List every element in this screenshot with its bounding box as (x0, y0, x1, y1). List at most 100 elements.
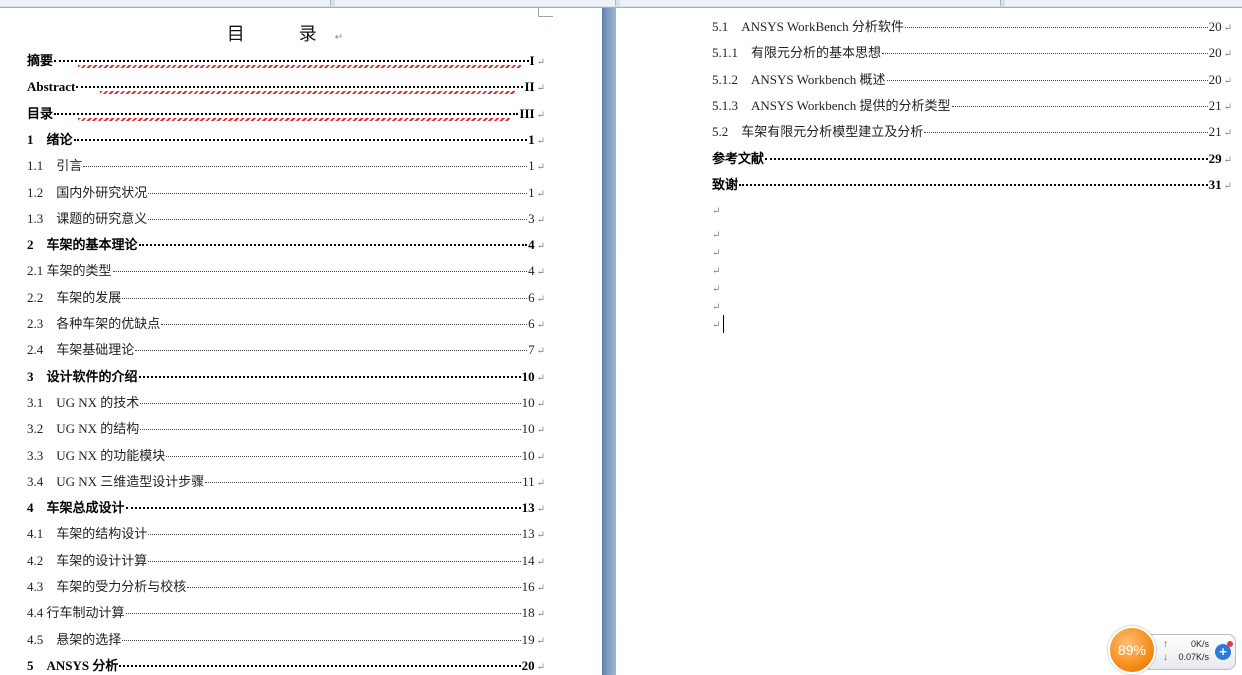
toc-entry[interactable]: 2.2 车架的发展 6 ↵ (27, 288, 545, 308)
toc-dot-leader (54, 60, 529, 68)
toc-dot-leader (739, 183, 1208, 186)
paragraph-mark-icon: ↵ (536, 530, 545, 542)
network-monitor-widget[interactable]: ↑ 0K/s ↓ 0.07K/s + 89% (1108, 626, 1236, 674)
toc-dot-leader (125, 613, 521, 615)
paragraph-mark-icon: ↵ (536, 214, 545, 226)
toc-dot-leader (138, 244, 528, 247)
toc-entry-title: 2.2 车架的发展 (27, 289, 122, 305)
toc-entry[interactable]: 5.1 ANSYS WorkBench 分析软件 20 ↵ (712, 17, 1232, 37)
toc-entry-title: 5.2 车架有限元分析模型建立及分析 (712, 124, 924, 140)
text-cursor (723, 315, 724, 333)
toc-entry-page: 14 (521, 552, 535, 568)
toc-entry-page: 20 (1208, 19, 1222, 34)
upload-arrow-icon: ↑ (1163, 639, 1168, 650)
ruler-segment (0, 0, 331, 6)
toc-entry-title: 3 设计软件的介绍 (27, 368, 138, 384)
toc-entry-page: I (529, 53, 535, 68)
toc-entry[interactable]: 5.2 车架有限元分析模型建立及分析 21 ↵ (712, 122, 1232, 142)
toc-entry-title: 3.2 UG NX 的结构 (27, 421, 140, 437)
toc-entry-title: 4.3 车架的受力分析与校核 (27, 579, 187, 594)
toc-entry-page: 11 (522, 473, 535, 489)
toc-entry[interactable]: 致谢 31 ↵ (712, 175, 1232, 195)
paragraph-mark-icon: ↵ (536, 661, 545, 673)
toc-entry[interactable]: 2 车架的基本理论 4 ↵ (27, 235, 545, 255)
paragraph-mark-icon: ↵ (1223, 128, 1232, 140)
toc-entry-title: 2.1 车架的类型 (27, 263, 112, 279)
paragraph-mark-icon: ↵ (712, 284, 721, 295)
toc-entry-page: 21 (1208, 97, 1222, 113)
paragraph-mark-icon: ↵ (536, 83, 545, 95)
toc-entry[interactable]: 4.1 车架的结构设计 13 ↵ (27, 524, 545, 544)
paragraph-mark-icon: ↵ (712, 248, 721, 259)
toc-entry[interactable]: 4.2 车架的设计计算 14 ↵ (27, 551, 545, 571)
paragraph-mark-icon: ↵ (536, 556, 545, 568)
toc-dot-leader (122, 297, 528, 299)
toc-entry-title: 4.5 悬架的选择 (27, 631, 122, 647)
paragraph-mark-icon: ↵ (536, 425, 545, 437)
memory-usage-ball[interactable]: 89% (1108, 626, 1156, 674)
toc-entry-page: 1 (528, 131, 535, 147)
toc-entry-title: 5.1.3 ANSYS Workbench 提供的分析类型 (712, 97, 951, 113)
toc-entry[interactable]: 1.1 引言 1 ↵ (27, 156, 545, 176)
toc-entry[interactable]: 摘要 I ↵ (27, 51, 545, 71)
toc-dot-leader (73, 138, 528, 141)
toc-entry[interactable]: 3.4 UG NX 三维造型设计步骤 11 ↵ (27, 472, 545, 492)
toc-entry-page: 13 (521, 500, 535, 516)
paragraph-mark-icon: ↵ (1223, 75, 1232, 87)
toc-entry-title: 1 绪论 (27, 131, 73, 147)
toc-entry-page: 6 (528, 316, 535, 331)
toc-dot-leader (148, 218, 528, 220)
page-corner-mark (538, 8, 553, 17)
toc-entry-title: 5.1 ANSYS WorkBench 分析软件 (712, 19, 904, 34)
toc-entry-title: 1.1 引言 (27, 158, 83, 174)
ruler-segment (620, 0, 1001, 6)
toc-entry[interactable]: 5 ANSYS 分析 20 ↵ (27, 656, 545, 675)
toc-entry[interactable]: 3.3 UG NX 的功能模块 10 ↵ (27, 446, 545, 466)
paragraph-mark-icon: ↵ (536, 267, 545, 279)
toc-entry[interactable]: 1.2 国内外研究状况 1 ↵ (27, 183, 545, 203)
toc-entry[interactable]: 4.4 行车制动计算 18 ↵ (27, 603, 545, 623)
toc-entry-page: 19 (521, 631, 535, 647)
paragraph-mark-icon: ↵ (536, 135, 545, 147)
toc-entry-page: 20 (1208, 45, 1222, 61)
toc-entry[interactable]: 3.1 UG NX 的技术 10 ↵ (27, 393, 545, 413)
toc-entry-title: 4.4 行车制动计算 (27, 605, 125, 621)
document-page-right[interactable]: 5.1 ANSYS WorkBench 分析软件 20 ↵ 5.1.1 有限元分析的基… (616, 8, 1242, 675)
toc-entry[interactable]: 2.3 各种车架的优缺点 6 ↵ (27, 314, 545, 334)
toc-entry[interactable]: 4 车架总成设计 13 ↵ (27, 498, 545, 518)
toc-entry[interactable]: 参考文献 29 ↵ (712, 149, 1232, 169)
toc-entry-page: 20 (1208, 71, 1222, 87)
toc-entry[interactable]: 2.4 车架基础理论 7 ↵ (27, 340, 545, 360)
toc-entry-title: 4.1 车架的结构设计 (27, 526, 148, 542)
toc-entry[interactable]: 5.1.2 ANSYS Workbench 概述 20 ↵ (712, 70, 1232, 90)
toc-entry-page: 31 (1208, 176, 1222, 192)
toc-entry-page: 18 (521, 605, 535, 621)
toc-entry[interactable]: 4.5 悬架的选择 19 ↵ (27, 630, 545, 650)
paragraph-mark-icon: ↵ (536, 293, 545, 305)
paragraph-mark-icon: ↵ (712, 302, 721, 313)
toc-entry[interactable]: 5.1.1 有限元分析的基本思想 20 ↵ (712, 43, 1232, 63)
toc-dot-leader (187, 587, 521, 588)
toc-entry[interactable]: 4.3 车架的受力分析与校核 16 ↵ (27, 577, 545, 597)
document-page-left[interactable]: 目 录↵ 摘要 I ↵ Abstract II ↵ 目录 III ↵ 1 绪论 1 ↵ 1.1 引言 1 ↵… (0, 8, 602, 675)
page-gutter (602, 8, 616, 675)
ruler-segment (335, 0, 616, 6)
paragraph-mark-icon: ↵ (536, 188, 545, 200)
toc-entry[interactable]: 5.1.3 ANSYS Workbench 提供的分析类型 21 ↵ (712, 96, 1232, 116)
toc-dot-leader (161, 324, 528, 325)
toc-entry-title: 1.3 课题的研究意义 (27, 210, 148, 226)
toc-dot-leader (148, 560, 521, 562)
toc-entry[interactable]: 1.3 课题的研究意义 3 ↵ (27, 209, 545, 229)
paragraph-mark-icon: ↵ (536, 372, 545, 384)
toc-entry[interactable]: 目录 III ↵ (27, 104, 545, 124)
toc-entry[interactable]: 1 绪论 1 ↵ (27, 130, 545, 150)
toc-entry-title: 5.1.2 ANSYS Workbench 概述 (712, 71, 886, 87)
toc-entry[interactable]: 2.1 车架的类型 4 ↵ (27, 261, 545, 281)
toc-entry[interactable]: 3 设计软件的介绍 10 ↵ (27, 367, 545, 387)
top-ruler (0, 0, 1242, 8)
download-speed: 0.07K/s (1178, 652, 1209, 662)
toc-entry-page: 3 (528, 210, 535, 226)
toc-dot-leader (924, 132, 1208, 134)
toc-entry[interactable]: 3.2 UG NX 的结构 10 ↵ (27, 419, 545, 439)
toc-entry[interactable]: Abstract II ↵ (27, 77, 545, 97)
